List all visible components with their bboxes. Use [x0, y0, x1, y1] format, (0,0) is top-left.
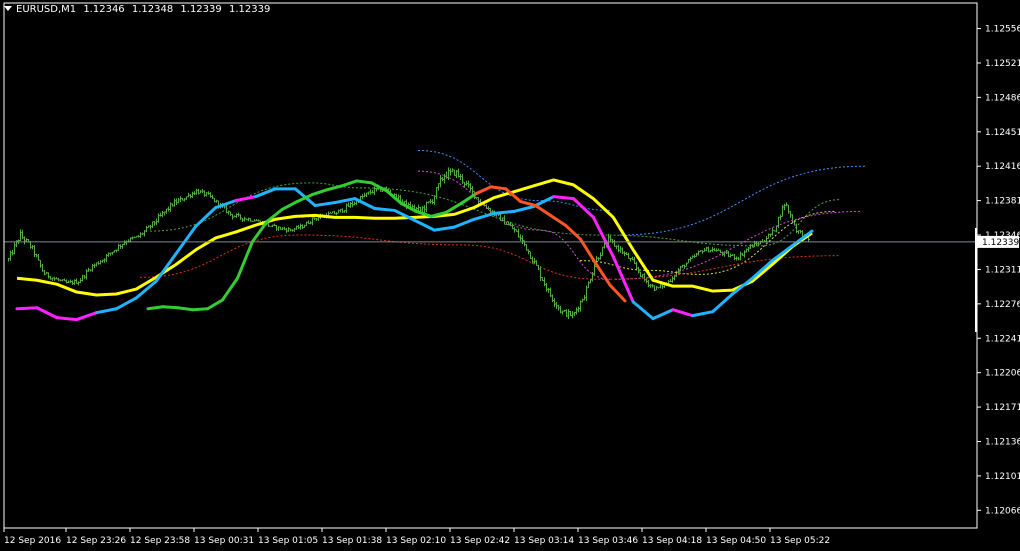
- ma-segment: [452, 217, 476, 229]
- moving-averages: [15, 178, 814, 322]
- ma-segment: [234, 195, 257, 203]
- ma-segment: [472, 211, 496, 221]
- ma-segment: [161, 305, 180, 310]
- y-tick-label: 1.12276: [985, 300, 1020, 310]
- ma-segment: [114, 296, 138, 311]
- ma-segment: [631, 300, 655, 321]
- x-tick-label: 12 Sep 2016: [4, 536, 61, 546]
- ma-segment: [671, 308, 695, 318]
- ma-segment: [459, 192, 478, 206]
- ma-segment: [578, 237, 597, 265]
- x-tick-label: 13 Sep 00:31: [194, 536, 254, 546]
- x-tick-label: 13 Sep 04:50: [706, 536, 766, 546]
- ma-segment: [750, 259, 774, 280]
- ma-segment: [370, 181, 388, 193]
- ma-segment: [711, 292, 734, 314]
- y-tick-label: 1.12486: [985, 93, 1020, 103]
- ma-segment: [353, 197, 377, 210]
- ma-segment: [313, 201, 337, 208]
- x-tick-label: 13 Sep 02:42: [450, 536, 510, 546]
- chart-window[interactable]: EURUSD,M1 1.12346 1.12348 1.12339 1.1233…: [0, 0, 1020, 551]
- ma-segment: [355, 179, 374, 185]
- ma-segment: [492, 209, 516, 215]
- y-tick-label: 1.12521: [985, 59, 1020, 69]
- ma-segment: [413, 218, 436, 232]
- x-tick-label: 12 Sep 23:58: [130, 536, 190, 546]
- ma-segment: [474, 185, 493, 196]
- chart-frame: [3, 2, 978, 529]
- ma-segment: [572, 197, 595, 219]
- ma-segment: [280, 200, 299, 211]
- y-tick-label: 1.12416: [985, 162, 1020, 172]
- ma-segment: [191, 307, 210, 312]
- y-tick-label: 1.12136: [985, 437, 1020, 447]
- ma-segment: [563, 223, 582, 241]
- price-label: 1.12339: [982, 238, 1019, 248]
- ma-segment: [55, 316, 79, 322]
- ma-segment: [254, 187, 277, 199]
- y-tick-label: 1.12101: [985, 472, 1020, 482]
- ma-segment: [548, 213, 567, 227]
- ma-segment: [340, 179, 359, 188]
- ma-segment: [95, 307, 118, 315]
- ma-segment: [373, 206, 397, 212]
- ma-segment: [325, 184, 344, 192]
- ma-segment: [608, 283, 627, 303]
- ma-segment: [146, 305, 165, 311]
- x-tick-label: 13 Sep 05:22: [770, 536, 830, 546]
- ma-segment: [174, 224, 198, 256]
- y-tick-label: 1.12171: [985, 403, 1020, 413]
- projection-line: [417, 170, 611, 280]
- projection-lines: [139, 149, 866, 280]
- y-tick-label: 1.12556: [985, 25, 1020, 35]
- x-tick-label: 13 Sep 02:10: [386, 536, 446, 546]
- ma-segment: [35, 306, 59, 320]
- projection-line: [619, 165, 866, 236]
- ma-segment: [235, 240, 254, 280]
- ma-segment: [221, 276, 239, 302]
- ma-segment: [512, 205, 536, 213]
- ma-segment: [691, 310, 715, 318]
- ma-segment: [489, 185, 508, 191]
- ma-segment: [333, 197, 357, 205]
- x-tick-label: 13 Sep 03:14: [514, 536, 574, 546]
- ma-segment: [593, 261, 612, 287]
- x-tick-label: 13 Sep 04:18: [642, 536, 702, 546]
- x-tick-label: 13 Sep 01:05: [258, 536, 318, 546]
- ma-segment: [15, 306, 39, 311]
- price-chart[interactable]: 1.12556 1.12521 1.12486 1.12451 1.12416 1.123…: [0, 0, 1020, 551]
- ma-segment: [176, 306, 195, 312]
- x-tick-label: 13 Sep 03:46: [578, 536, 638, 546]
- x-tick-label: 12 Sep 23:26: [66, 536, 126, 546]
- y-tick-label: 1.12451: [985, 128, 1020, 138]
- ma-segment: [206, 298, 225, 311]
- ma-segment: [310, 188, 329, 197]
- y-tick-label: 1.12311: [985, 265, 1020, 275]
- ma-segment: [552, 195, 575, 201]
- x-tick-label: 13 Sep 01:38: [322, 536, 382, 546]
- ma-segment: [534, 204, 552, 217]
- projection-line: [417, 149, 611, 211]
- ma-segment: [432, 225, 456, 232]
- ma-segment: [519, 200, 538, 208]
- y-tick-label: 1.12206: [985, 369, 1020, 379]
- y-tick-label: 1.12381: [985, 197, 1020, 207]
- axes: 1.12556 1.12521 1.12486 1.12451 1.12416 1.123…: [3, 2, 1020, 546]
- y-tick-label: 1.12241: [985, 334, 1020, 344]
- ma-segment: [75, 311, 98, 322]
- ma-segment: [444, 202, 463, 214]
- ma-segment: [731, 276, 754, 296]
- ma-segment: [651, 308, 675, 321]
- y-tick-label: 1.12066: [985, 506, 1020, 516]
